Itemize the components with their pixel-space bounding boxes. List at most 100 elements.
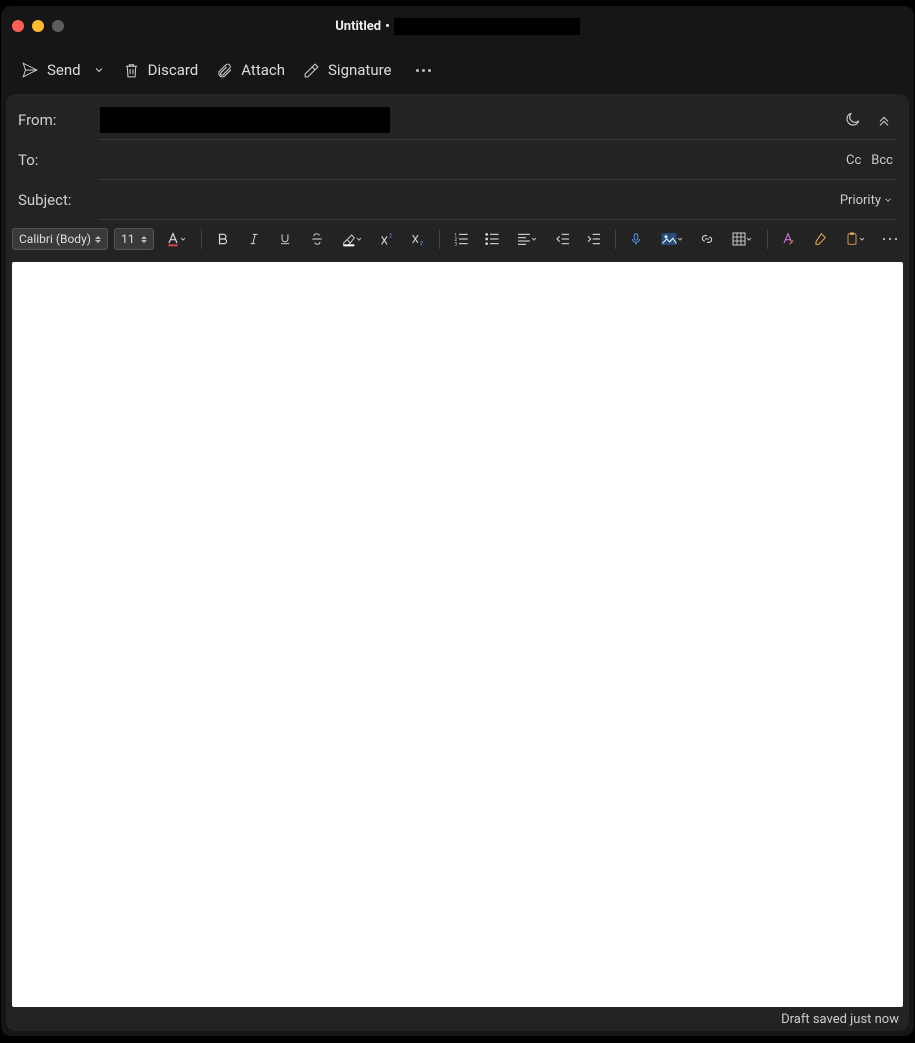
from-field[interactable] <box>100 100 897 140</box>
paste-button[interactable] <box>838 227 871 251</box>
insert-link-button[interactable] <box>694 227 719 251</box>
from-label: From: <box>18 111 100 129</box>
send-button[interactable]: Send <box>21 61 81 79</box>
italic-button[interactable] <box>241 227 266 251</box>
close-window-button[interactable] <box>12 20 24 32</box>
chevron-down-icon <box>676 235 684 243</box>
trash-icon <box>123 62 140 79</box>
send-options-button[interactable] <box>93 64 105 76</box>
signature-icon <box>303 62 320 79</box>
header-fields: From: To: <box>6 94 909 220</box>
outdent-icon <box>555 231 571 247</box>
font-size-value: 11 <box>121 232 135 246</box>
title-untitled: Untitled <box>335 19 381 34</box>
font-family-select[interactable]: Calibri (Body) <box>12 228 108 250</box>
signature-button[interactable]: Signature <box>303 61 392 79</box>
title-account-redacted <box>394 18 580 35</box>
subscript-icon: 2 <box>410 232 426 246</box>
font-family-value: Calibri (Body) <box>19 232 91 246</box>
bold-button[interactable] <box>210 227 235 251</box>
subscript-button[interactable]: 2 <box>406 227 431 251</box>
status-bar: Draft saved just now <box>6 1007 909 1031</box>
compose-panel: From: To: <box>6 94 909 1031</box>
subject-field[interactable]: Priority <box>100 180 897 220</box>
minimize-window-button[interactable] <box>32 20 44 32</box>
spinner-icon <box>141 230 151 248</box>
chevron-down-icon <box>858 235 866 243</box>
more-actions-button[interactable] <box>410 69 431 72</box>
chevron-double-up-icon <box>876 112 892 128</box>
strikethrough-button[interactable] <box>304 227 329 251</box>
from-value-redacted <box>100 107 390 133</box>
message-body-editor[interactable] <box>12 262 903 1007</box>
moon-icon <box>843 111 861 129</box>
clear-format-icon <box>780 231 796 247</box>
format-toolbar: Calibri (Body) 11 <box>12 224 903 254</box>
insert-table-button[interactable] <box>726 227 759 251</box>
subject-label: Subject: <box>18 191 100 209</box>
chevron-down-icon <box>355 235 363 243</box>
insert-picture-button[interactable] <box>655 227 688 251</box>
dictate-button[interactable] <box>624 227 649 251</box>
send-button-group: Send <box>21 61 105 79</box>
draft-status: Draft saved just now <box>781 1012 899 1027</box>
to-label: To: <box>18 151 100 169</box>
link-icon <box>699 231 715 247</box>
superscript-button[interactable]: 2 <box>374 227 399 251</box>
svg-text:3: 3 <box>454 242 457 247</box>
priority-button[interactable]: Priority <box>840 193 893 208</box>
ellipsis-icon <box>416 69 431 72</box>
font-color-button[interactable] <box>160 227 193 251</box>
discard-label: Discard <box>148 61 199 79</box>
attach-button[interactable]: Attach <box>216 61 285 79</box>
dark-mode-toggle[interactable] <box>843 111 861 129</box>
spinner-icon <box>95 230 105 248</box>
bulleted-list-icon <box>484 231 500 247</box>
chevron-down-icon <box>179 235 187 243</box>
send-icon <box>21 61 39 79</box>
indent-icon <box>586 231 602 247</box>
zoom-window-button[interactable] <box>52 20 64 32</box>
italic-icon <box>247 232 261 246</box>
indent-button[interactable] <box>581 227 606 251</box>
chevron-down-icon <box>745 235 753 243</box>
svg-text:2: 2 <box>389 234 392 240</box>
outdent-button[interactable] <box>550 227 575 251</box>
chevron-down-icon <box>530 235 538 243</box>
bulleted-list-button[interactable] <box>480 227 505 251</box>
window-title: Untitled • <box>1 6 914 46</box>
paperclip-icon <box>216 62 233 79</box>
font-size-select[interactable]: 11 <box>114 228 154 250</box>
clear-formatting-button[interactable] <box>776 227 801 251</box>
signature-label: Signature <box>328 61 392 79</box>
chevron-down-icon <box>93 64 105 76</box>
numbered-list-button[interactable]: 123 <box>448 227 473 251</box>
highlight-button[interactable] <box>335 227 368 251</box>
to-field[interactable]: Cc Bcc <box>100 140 897 180</box>
subject-row: Subject: Priority <box>18 180 897 220</box>
window-controls <box>1 20 64 32</box>
align-button[interactable] <box>511 227 544 251</box>
bcc-button[interactable]: Bcc <box>871 153 893 168</box>
title-separator: • <box>385 19 390 34</box>
discard-button[interactable]: Discard <box>123 61 199 79</box>
to-row: To: Cc Bcc <box>18 140 897 180</box>
more-format-button[interactable] <box>878 227 903 251</box>
title-bar: Untitled • <box>1 6 914 46</box>
paintbrush-icon <box>812 231 828 247</box>
format-painter-button[interactable] <box>807 227 832 251</box>
strikethrough-icon <box>310 232 324 246</box>
priority-label: Priority <box>840 193 881 208</box>
underline-button[interactable] <box>273 227 298 251</box>
microphone-icon <box>629 231 643 247</box>
action-toolbar: Send Discard Attach Signature <box>1 46 914 94</box>
cc-button[interactable]: Cc <box>846 153 861 168</box>
more-icon <box>881 235 899 243</box>
send-label: Send <box>47 61 81 79</box>
bold-icon <box>216 232 230 246</box>
compose-window: Untitled • Send Discard Attach Signature <box>1 6 914 1036</box>
from-row: From: <box>18 100 897 140</box>
collapse-header-button[interactable] <box>875 111 893 129</box>
attach-label: Attach <box>241 61 285 79</box>
underline-icon <box>278 232 292 246</box>
